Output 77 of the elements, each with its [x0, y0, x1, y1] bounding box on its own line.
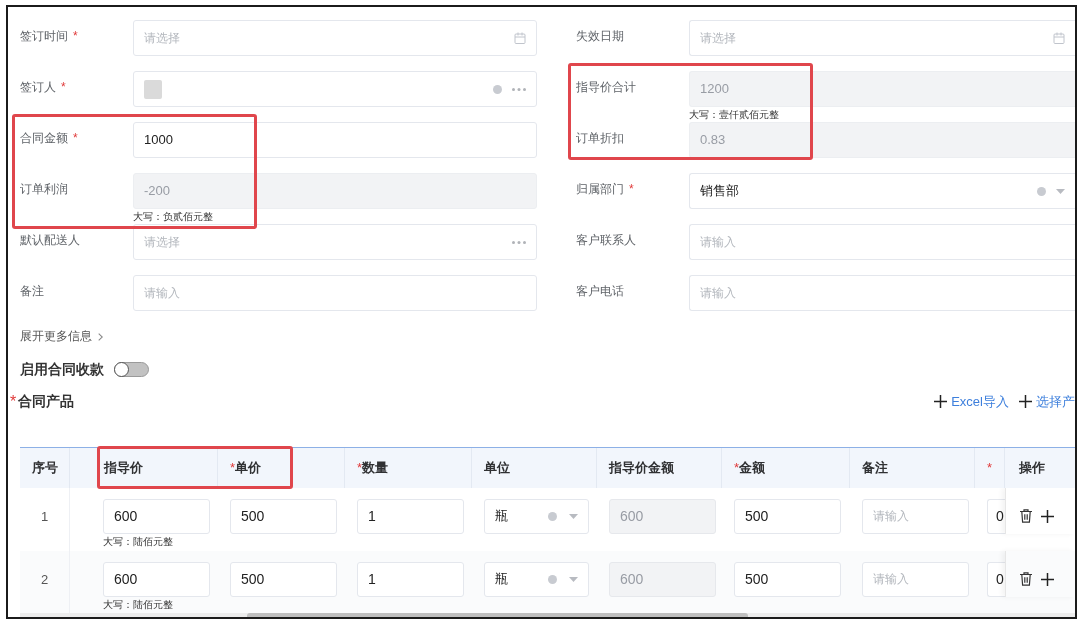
field-label: 备注 — [20, 284, 44, 298]
section-title: 合同产品 — [18, 392, 75, 411]
add-link[interactable]: 选择产 — [1019, 392, 1075, 411]
column-header: 单位 — [484, 458, 510, 477]
circle-icon[interactable] — [548, 574, 557, 584]
text-input[interactable]: 500 — [230, 498, 337, 534]
column-header: 数量 — [362, 458, 389, 477]
required-asterisk: * — [629, 182, 634, 196]
text-input[interactable]: 1000 — [133, 122, 537, 158]
trash-icon[interactable] — [1020, 572, 1032, 586]
select-field[interactable]: 瓶 — [484, 498, 589, 534]
hint-text: 大写：陆佰元整 — [103, 535, 174, 548]
column-header: 金额 — [739, 458, 766, 477]
field-label: 默认配送人 — [20, 233, 80, 247]
column-header: 操作 — [1019, 458, 1045, 477]
hint-text: 大写：负贰佰元整 — [133, 211, 214, 223]
field-label: 失效日期 — [576, 29, 624, 43]
add-link[interactable]: Excel导入 — [934, 392, 1009, 411]
toggle-switch[interactable] — [114, 362, 149, 377]
text-input[interactable]: 500 — [230, 561, 337, 597]
column-header: 序号 — [31, 458, 58, 477]
row-number: 1 — [40, 507, 49, 526]
plus-icon[interactable] — [1041, 572, 1054, 586]
field-label: 合同金额 — [20, 131, 68, 145]
field-label: 指导价合计 — [576, 80, 636, 94]
column-header: 指导价 — [104, 458, 143, 477]
trash-icon[interactable] — [1020, 509, 1032, 523]
field-label: 客户联系人 — [576, 233, 636, 247]
text-input[interactable]: 0 — [987, 498, 1005, 534]
caret-down-icon[interactable] — [569, 576, 578, 582]
text-input[interactable]: 500 — [734, 498, 841, 534]
field-label: 签订人 — [20, 80, 56, 94]
circle-icon[interactable] — [1037, 186, 1046, 196]
select-field[interactable]: 销售部 — [689, 173, 1075, 209]
field-label: 签订时间 — [20, 29, 68, 43]
setting-label: 启用合同收款 — [20, 360, 104, 379]
row-number: 2 — [40, 570, 49, 589]
calendar-icon[interactable] — [1053, 32, 1065, 44]
required-asterisk: * — [61, 80, 66, 94]
caret-down-icon[interactable] — [569, 513, 578, 519]
field-label: 订单折扣 — [576, 131, 624, 145]
plus-icon[interactable] — [1041, 509, 1054, 523]
column-header: 备注 — [862, 458, 888, 477]
scrollbar-thumb[interactable] — [247, 612, 748, 617]
ellipsis-icon[interactable] — [512, 87, 526, 91]
caret-down-icon[interactable] — [1056, 188, 1065, 194]
ellipsis-icon[interactable] — [512, 240, 526, 244]
required-asterisk: * — [73, 29, 78, 43]
plus-icon — [1019, 395, 1032, 408]
column-header: 单价 — [235, 458, 262, 477]
text-input[interactable]: 500 — [734, 561, 841, 597]
field-label: 客户电话 — [576, 284, 624, 298]
required-asterisk: * — [10, 392, 17, 411]
text-input[interactable]: 1 — [357, 498, 464, 534]
text-input[interactable]: 1 — [357, 561, 464, 597]
chevron-right-icon — [98, 332, 103, 341]
required-asterisk: * — [357, 460, 363, 475]
required-asterisk: * — [230, 460, 236, 475]
expand-link[interactable]: 展开更多信息 — [20, 328, 103, 345]
text-input[interactable]: 600 — [103, 498, 210, 534]
hint-text: 大写：陆佰元整 — [103, 598, 174, 611]
field-label: 订单利润 — [20, 182, 68, 196]
calendar-icon[interactable] — [514, 32, 526, 44]
scrollbar-track[interactable] — [20, 612, 1075, 617]
text-input[interactable]: 0 — [987, 561, 1005, 597]
required-asterisk: * — [734, 460, 740, 475]
plus-icon — [934, 395, 948, 408]
circle-icon[interactable] — [493, 84, 502, 94]
text-input[interactable]: 600 — [103, 561, 210, 597]
column-header: 指导价金额 — [609, 458, 674, 477]
hint-text: 大写：壹仟贰佰元整 — [689, 109, 780, 121]
circle-icon[interactable] — [548, 511, 557, 521]
required-asterisk: * — [73, 131, 78, 145]
select-field[interactable]: 瓶 — [484, 561, 589, 597]
field-label: 归属部门 — [576, 182, 624, 196]
picker-field[interactable] — [133, 71, 537, 107]
required-asterisk: * — [987, 460, 993, 475]
